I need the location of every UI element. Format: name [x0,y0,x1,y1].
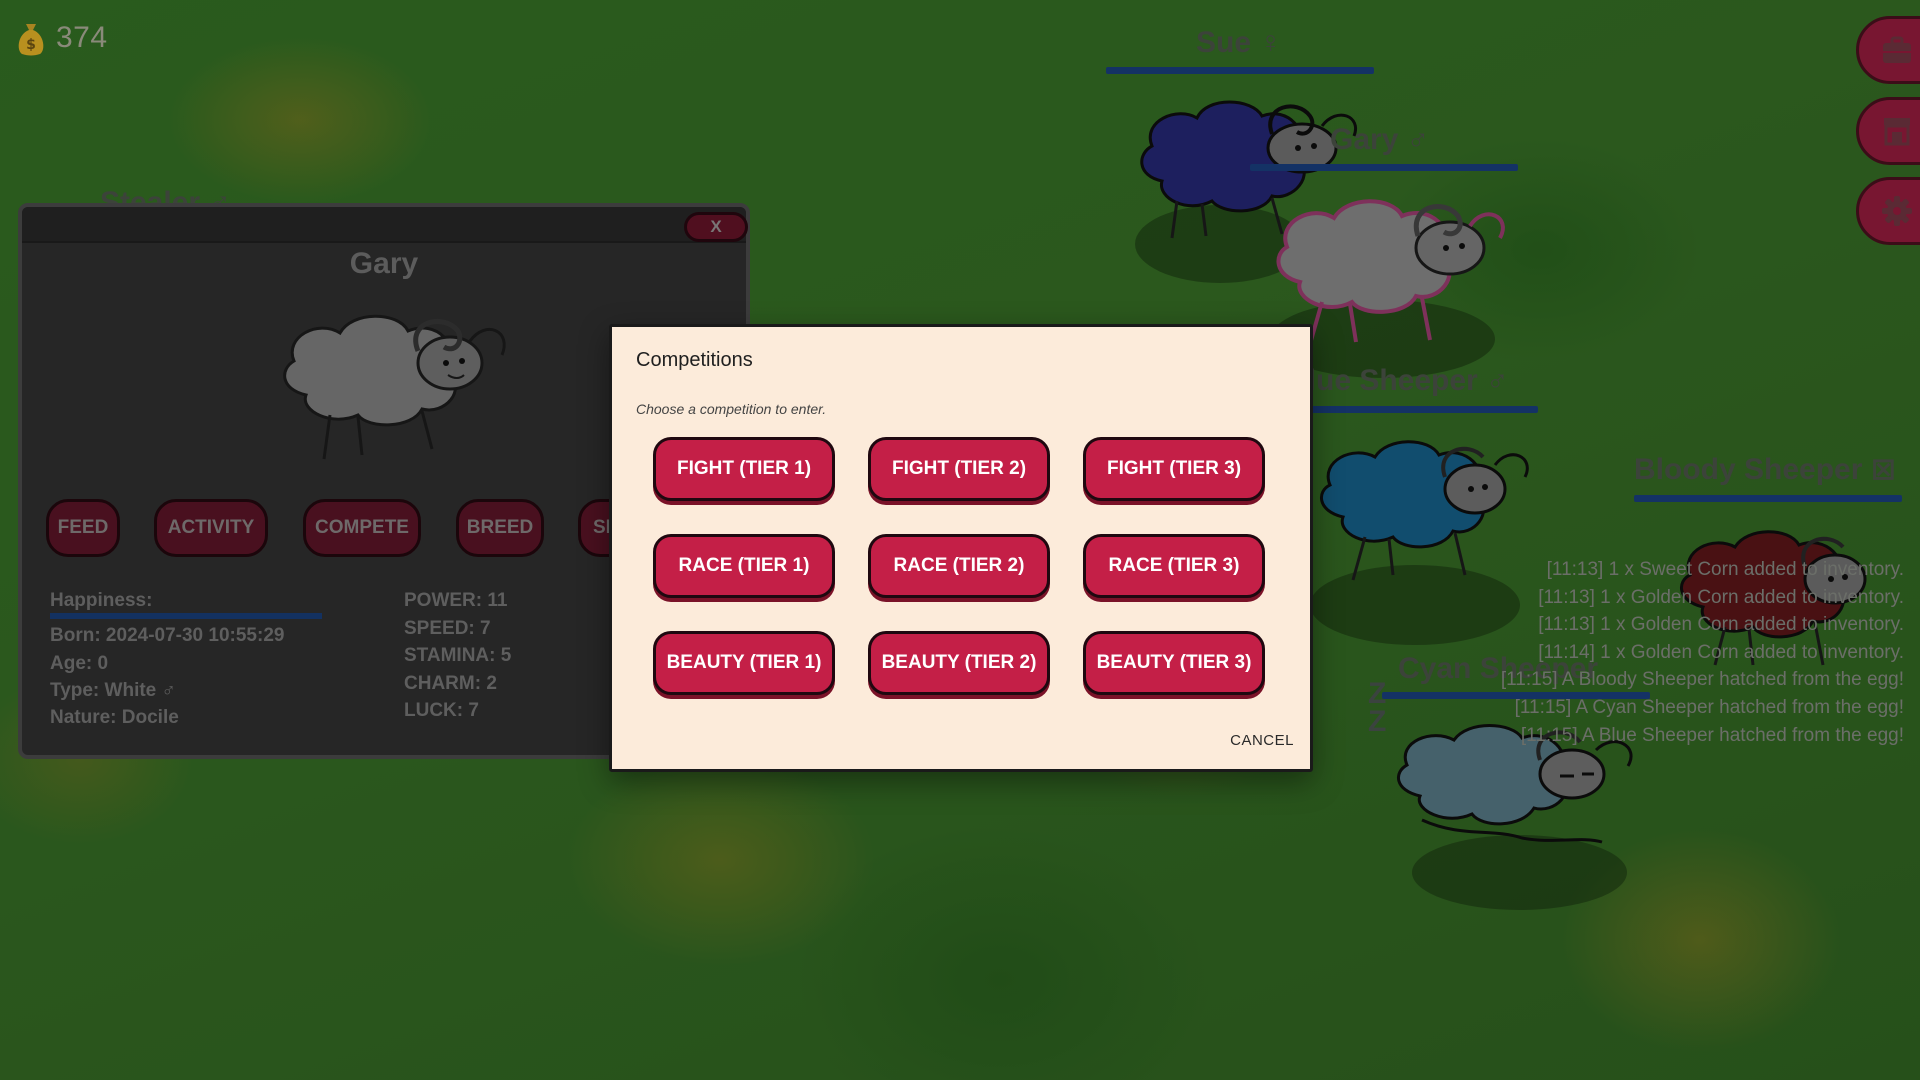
shop-button[interactable] [1856,97,1920,165]
briefcase-icon [1883,36,1911,63]
competitions-dialog: Competitions Choose a competition to ent… [609,324,1313,772]
beauty-tier-1-button[interactable]: BEAUTY (TIER 1) [653,631,835,695]
cancel-button[interactable]: CANCEL [1230,732,1294,749]
race-tier-1-button[interactable]: RACE (TIER 1) [653,534,835,598]
dialog-title: Competitions [636,349,753,371]
fight-tier-2-button[interactable]: FIGHT (TIER 2) [868,437,1050,501]
beauty-tier-3-button[interactable]: BEAUTY (TIER 3) [1083,631,1265,695]
svg-text:$: $ [26,37,36,53]
race-tier-2-button[interactable]: RACE (TIER 2) [868,534,1050,598]
settings-button[interactable] [1856,177,1920,245]
fight-tier-3-button[interactable]: FIGHT (TIER 3) [1083,437,1265,501]
fight-tier-1-button[interactable]: FIGHT (TIER 1) [653,437,835,501]
shop-icon [1884,118,1910,146]
beauty-tier-2-button[interactable]: BEAUTY (TIER 2) [868,631,1050,695]
gear-icon [1882,196,1912,226]
race-tier-3-button[interactable]: RACE (TIER 3) [1083,534,1265,598]
money-display: $ 374 [14,20,108,56]
dialog-subtitle: Choose a competition to enter. [636,401,827,417]
money-bag-icon: $ [18,24,44,56]
money-amount: 374 [56,21,108,54]
inventory-button[interactable] [1856,16,1920,84]
